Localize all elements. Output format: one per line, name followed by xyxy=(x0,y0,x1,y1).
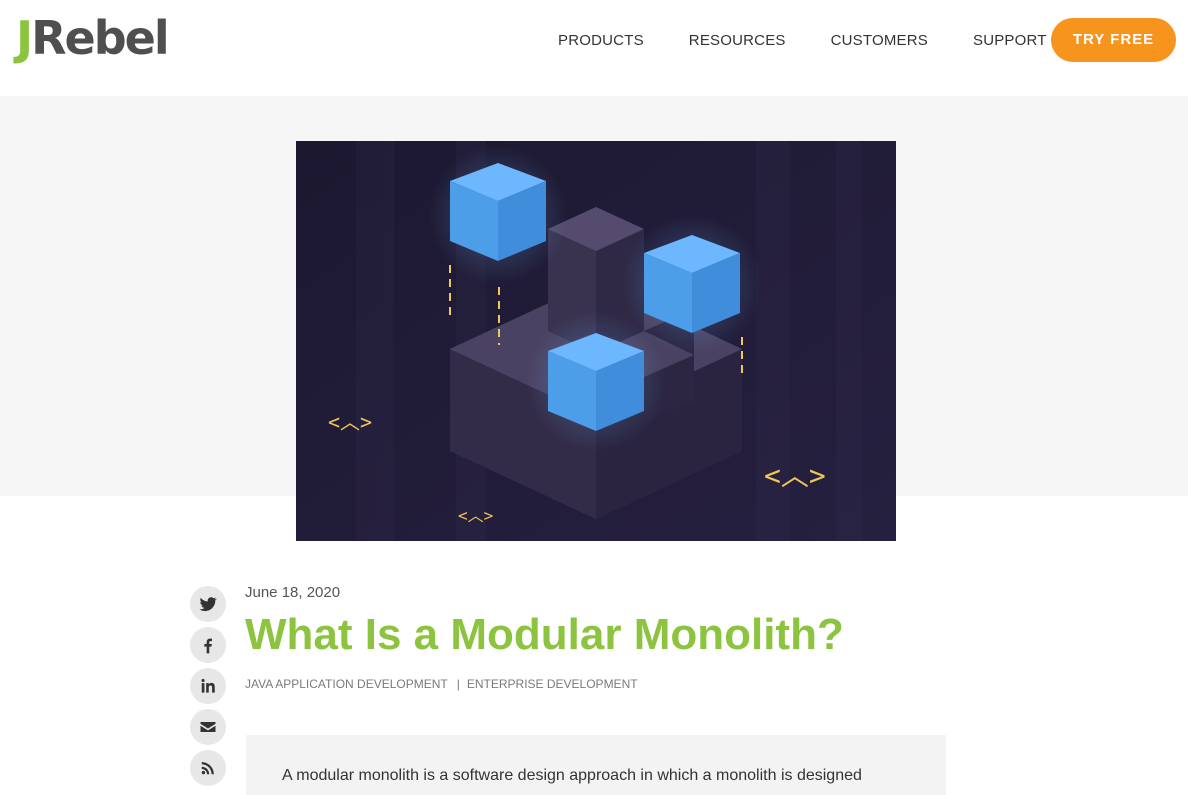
main-nav: PRODUCTS RESOURCES CUSTOMERS SUPPORT xyxy=(558,30,1092,52)
site-header: JRebel PRODUCTS RESOURCES CUSTOMERS SUPP… xyxy=(0,0,1188,96)
social-share-bar xyxy=(190,586,226,791)
share-email-button[interactable] xyxy=(190,709,226,745)
try-free-button[interactable]: TRY FREE xyxy=(1051,18,1176,62)
email-icon xyxy=(200,722,216,732)
category-java-app-dev[interactable]: JAVA APPLICATION DEVELOPMENT xyxy=(245,677,448,691)
category-separator: | xyxy=(456,677,460,691)
jrebel-logo[interactable]: JRebel xyxy=(16,14,170,62)
code-glyph-bottom: <︿> xyxy=(458,506,493,525)
twitter-icon xyxy=(199,597,218,612)
linkedin-icon xyxy=(201,678,215,693)
modular-cubes-illustration: <︿> <︿> <︿> xyxy=(296,141,896,541)
blue-cube-center xyxy=(548,333,644,431)
article-summary-text: A modular monolith is a software design … xyxy=(282,767,862,784)
blue-cube-top-left xyxy=(450,163,546,261)
nav-products[interactable]: PRODUCTS xyxy=(558,30,644,52)
code-glyph-left: <︿> xyxy=(328,410,372,434)
facebook-icon xyxy=(204,638,212,654)
category-enterprise-dev[interactable]: ENTERPRISE DEVELOPMENT xyxy=(467,677,638,691)
nav-support[interactable]: SUPPORT xyxy=(973,30,1047,52)
rss-feed-button[interactable] xyxy=(190,750,226,786)
article-categories: JAVA APPLICATION DEVELOPMENT | ENTERPRIS… xyxy=(245,677,638,691)
hero-illustration: <︿> <︿> <︿> xyxy=(296,141,896,541)
nav-resources[interactable]: RESOURCES xyxy=(689,30,786,52)
blue-cube-right xyxy=(644,235,740,333)
share-linkedin-button[interactable] xyxy=(190,668,226,704)
article-title: What Is a Modular Monolith? xyxy=(245,610,844,659)
article-summary-box: A modular monolith is a software design … xyxy=(246,735,946,795)
share-twitter-button[interactable] xyxy=(190,586,226,622)
rss-icon xyxy=(201,762,214,775)
share-facebook-button[interactable] xyxy=(190,627,226,663)
article-date: June 18, 2020 xyxy=(245,584,341,601)
code-glyph-right: <︿> xyxy=(764,459,826,492)
nav-customers[interactable]: CUSTOMERS xyxy=(831,30,928,52)
